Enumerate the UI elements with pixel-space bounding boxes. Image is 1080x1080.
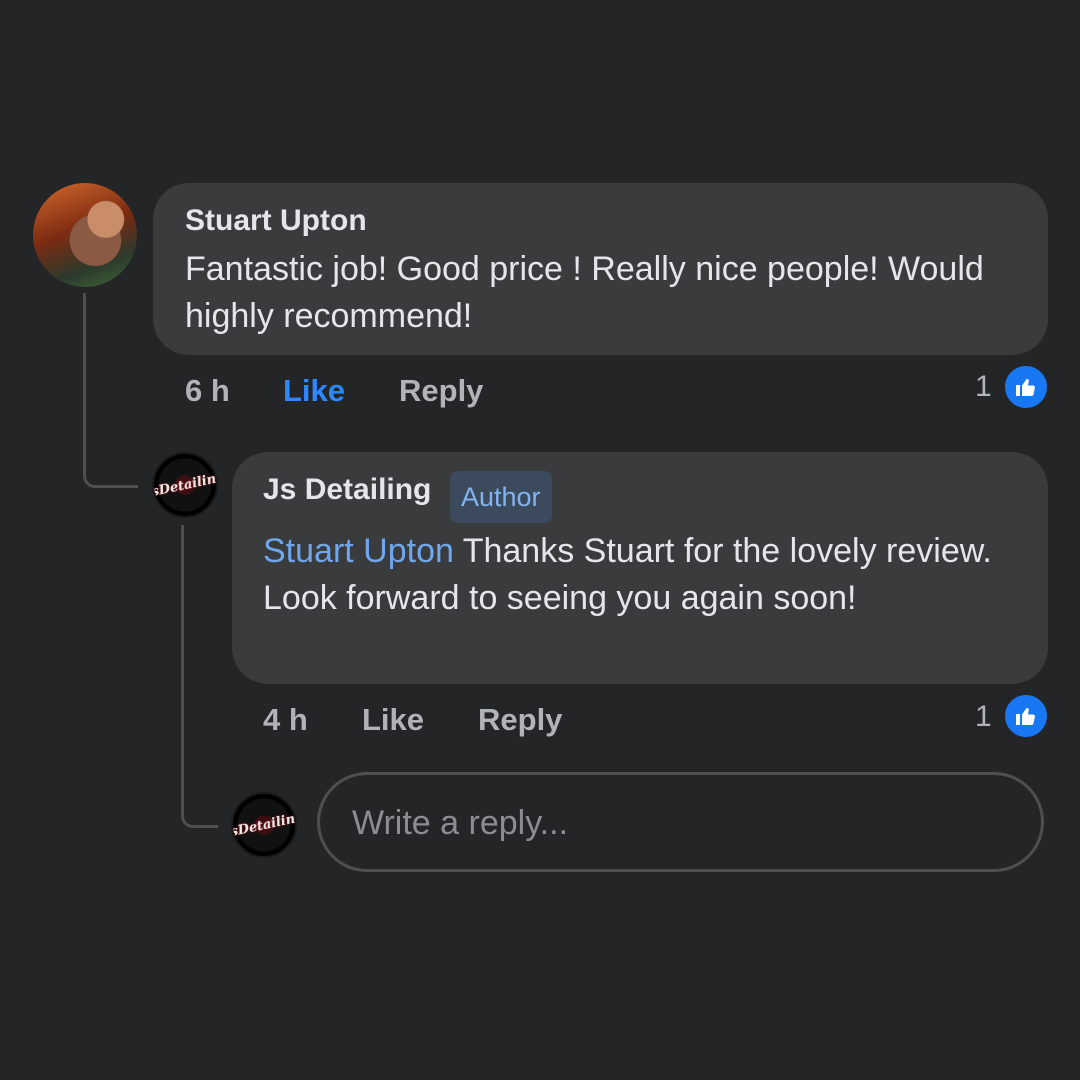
thumbs-up-icon[interactable] — [1003, 693, 1049, 739]
mention-link[interactable]: Stuart Upton — [263, 532, 454, 570]
comment-like-button[interactable]: Like — [283, 373, 345, 409]
avatar-stuart-upton[interactable] — [33, 183, 137, 287]
composer-avatar-js-detailing: JsDetailing — [231, 792, 297, 858]
reply-text: Stuart Upton Thanks Stuart for the lovel… — [263, 528, 1023, 622]
thumbs-up-icon[interactable] — [1003, 364, 1049, 410]
reply-input-container[interactable] — [317, 772, 1044, 872]
thread-line-reply — [181, 525, 218, 828]
avatar-js-detailing[interactable]: JsDetailing — [152, 452, 218, 518]
comment-text: Fantastic job! Good price ! Really nice … — [185, 250, 984, 335]
reply-like-button[interactable]: Like — [362, 702, 424, 738]
reply-reply-button[interactable]: Reply — [478, 702, 562, 738]
thread-line-comment — [83, 293, 138, 488]
comment-reply-button[interactable]: Reply — [399, 373, 483, 409]
comment-timestamp[interactable]: 6 h — [185, 373, 230, 409]
comment-author-name[interactable]: Stuart Upton — [185, 204, 367, 238]
reply-input[interactable] — [350, 775, 1014, 871]
reply-timestamp[interactable]: 4 h — [263, 702, 308, 738]
comment-reaction-count[interactable]: 1 — [975, 370, 992, 404]
reply-reaction-count[interactable]: 1 — [975, 700, 992, 734]
reply-author-name[interactable]: Js Detailing — [263, 473, 431, 507]
author-badge: Author — [450, 471, 552, 523]
